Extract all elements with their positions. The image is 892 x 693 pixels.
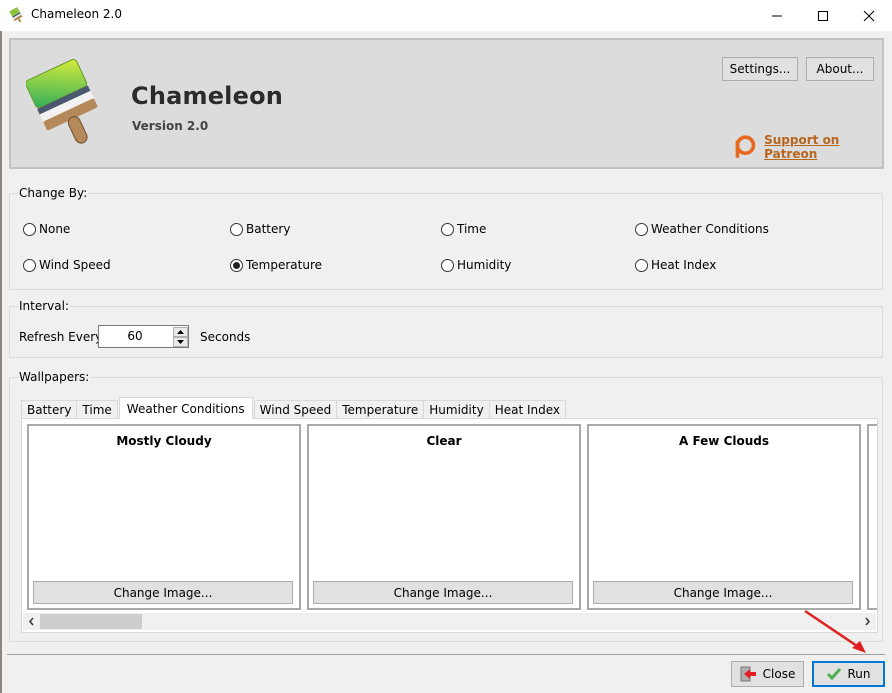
radio-label: Humidity: [457, 258, 512, 272]
app-version: Version 2.0: [132, 119, 209, 133]
window-title: Chameleon 2.0: [31, 7, 122, 21]
refresh-interval-stepper[interactable]: 60: [98, 325, 189, 348]
radio-circle[interactable]: [230, 222, 243, 236]
change-by-label: Change By:: [18, 186, 89, 200]
settings-button[interactable]: Settings...: [722, 57, 798, 81]
header-panel: Chameleon Version 2.0 Settings... About.…: [9, 38, 884, 169]
arrow-up-icon: [177, 330, 184, 334]
radio-circle[interactable]: [635, 258, 648, 272]
radio-label: Temperature: [246, 258, 323, 272]
radio-dot: [233, 261, 240, 269]
tab-wind-speed[interactable]: Wind Speed: [253, 400, 338, 419]
radio-circle[interactable]: [441, 258, 454, 272]
arrow-down-icon: [177, 340, 184, 344]
title-bar: Chameleon 2.0: [0, 0, 892, 31]
maximize-button[interactable]: [800, 0, 846, 31]
radio-label: Wind Speed: [39, 258, 111, 272]
maximize-icon: [818, 10, 828, 21]
decrement-button[interactable]: [173, 337, 188, 347]
radio-label: None: [39, 222, 71, 236]
radio-circle-selected[interactable]: [230, 258, 243, 272]
app-icon: [9, 7, 23, 23]
patreon-icon: [735, 135, 756, 158]
increment-button[interactable]: [173, 327, 188, 337]
tab-humidity[interactable]: Humidity: [423, 400, 490, 419]
close-button-label: Close: [762, 667, 796, 681]
patreon-link-text[interactable]: Support on Patreon: [764, 133, 882, 161]
interval-group: Interval: Refresh Every 60 Seconds: [9, 299, 883, 358]
wallpaper-card: A Few Clouds Change Image...: [587, 424, 861, 610]
app-name: Chameleon: [131, 82, 284, 110]
radio-circle[interactable]: [23, 258, 36, 272]
close-button[interactable]: Close: [731, 661, 804, 687]
radio-battery[interactable]: Battery: [230, 222, 290, 236]
change-image-button[interactable]: Change Image...: [593, 581, 853, 604]
radio-temperature[interactable]: Temperature: [230, 258, 322, 272]
footer-separator: [7, 654, 885, 655]
wallpaper-card-partial: [867, 424, 877, 610]
radio-heat-index[interactable]: Heat Index: [635, 258, 716, 272]
change-image-button[interactable]: Change Image...: [313, 581, 573, 604]
wallpaper-tabs: Battery Time Weather Conditions Wind Spe…: [21, 397, 567, 419]
tab-battery[interactable]: Battery: [21, 400, 78, 419]
scroll-left-button[interactable]: [23, 613, 40, 630]
tab-time[interactable]: Time: [76, 400, 118, 419]
scrollbar-thumb[interactable]: [40, 614, 142, 629]
radio-circle[interactable]: [441, 222, 454, 236]
wallpapers-group: Wallpapers: Battery Time Weather Conditi…: [9, 370, 883, 642]
card-title: A Few Clouds: [678, 434, 770, 448]
chevron-left-icon: [29, 617, 34, 626]
chevron-right-icon: [865, 617, 870, 626]
wallpaper-card: Mostly Cloudy Change Image...: [27, 424, 301, 610]
close-icon: [863, 10, 875, 21]
exit-door-icon: [740, 666, 756, 682]
interval-label: Interval:: [18, 299, 70, 313]
desktop-edge: [0, 31, 2, 693]
tab-heat-index[interactable]: Heat Index: [488, 400, 567, 419]
minimize-button[interactable]: [754, 0, 800, 31]
wallpapers-label: Wallpapers:: [18, 370, 91, 384]
radio-label: Battery: [246, 222, 291, 236]
radio-label: Weather Conditions: [651, 222, 769, 236]
run-button[interactable]: Run: [812, 661, 885, 687]
seconds-label: Seconds: [200, 330, 251, 344]
radio-circle[interactable]: [635, 222, 648, 236]
paintbrush-logo-icon: [26, 59, 98, 144]
tab-weather-conditions[interactable]: Weather Conditions: [118, 397, 253, 419]
radio-wind-speed[interactable]: Wind Speed: [23, 258, 111, 272]
radio-humidity[interactable]: Humidity: [441, 258, 511, 272]
minimize-icon: [772, 15, 782, 16]
wallpaper-tab-panel: Mostly Cloudy Change Image... Clear Chan…: [21, 418, 878, 633]
refresh-every-label: Refresh Every: [19, 330, 103, 344]
close-window-button[interactable]: [846, 0, 892, 31]
horizontal-scrollbar[interactable]: [23, 613, 876, 630]
card-title: Mostly Cloudy: [116, 434, 212, 448]
tab-temperature[interactable]: Temperature: [336, 400, 425, 419]
scroll-right-button[interactable]: [859, 613, 876, 630]
run-button-label: Run: [847, 667, 871, 681]
radio-circle[interactable]: [23, 222, 36, 236]
change-by-group: Change By: None Battery Time Weather Con…: [9, 186, 883, 290]
patreon-link[interactable]: Support on Patreon: [733, 133, 882, 161]
radio-label: Time: [457, 222, 487, 236]
radio-label: Heat Index: [651, 258, 717, 272]
refresh-interval-input[interactable]: 60: [99, 329, 171, 343]
about-button[interactable]: About...: [806, 57, 874, 81]
card-title: Clear: [426, 434, 462, 448]
change-image-button[interactable]: Change Image...: [33, 581, 293, 604]
wallpaper-card: Clear Change Image...: [307, 424, 581, 610]
radio-weather-conditions[interactable]: Weather Conditions: [635, 222, 769, 236]
checkmark-icon: [827, 668, 842, 681]
radio-none[interactable]: None: [23, 222, 70, 236]
radio-time[interactable]: Time: [441, 222, 486, 236]
